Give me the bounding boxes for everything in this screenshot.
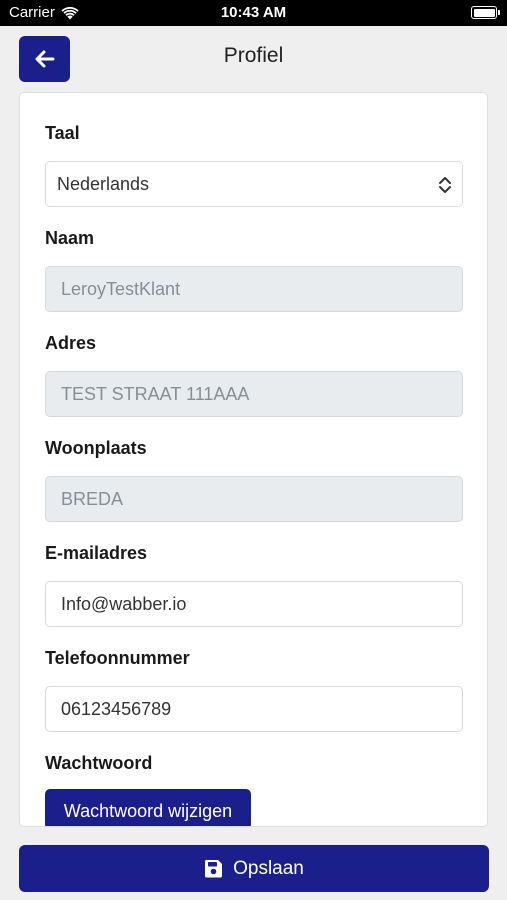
name-field: Naam LeroyTestKlant: [45, 226, 463, 312]
change-password-button[interactable]: Wachtwoord wijzigen: [45, 789, 251, 826]
address-label: Adres: [45, 333, 97, 353]
address-input: TEST STRAAT 111AAA: [45, 371, 463, 417]
profile-form-card: Taal Nederlands Naam LeroyTestKlant Adre…: [19, 92, 488, 827]
save-button[interactable]: Opslaan: [19, 845, 489, 892]
phone-label: Telefoonnummer: [45, 648, 190, 668]
page-title: Profiel: [223, 44, 284, 67]
email-input[interactable]: Info@wabber.io: [45, 581, 463, 627]
clock: 10:43 AM: [220, 4, 287, 21]
phone-field: Telefoonnummer 06123456789: [45, 646, 463, 732]
city-value: BREDA: [61, 488, 124, 509]
language-field: Taal Nederlands: [45, 121, 463, 207]
email-value: Info@wabber.io: [61, 593, 187, 614]
address-value: TEST STRAAT 111AAA: [61, 383, 250, 404]
name-input: LeroyTestKlant: [45, 266, 463, 312]
city-label: Woonplaats: [45, 438, 147, 458]
address-field: Adres TEST STRAAT 111AAA: [45, 331, 463, 417]
battery-icon: [471, 6, 500, 19]
language-value: Nederlands: [57, 173, 150, 194]
password-field: Wachtwoord Wachtwoord wijzigen: [45, 751, 463, 826]
chevron-up-down-icon: [439, 177, 451, 193]
name-label: Naam: [45, 228, 95, 248]
email-label: E-mailadres: [45, 543, 148, 563]
password-label: Wachtwoord: [45, 753, 153, 773]
language-select[interactable]: Nederlands: [45, 161, 463, 207]
save-label: Opslaan: [233, 857, 304, 879]
email-field: E-mailadres Info@wabber.io: [45, 541, 463, 627]
phone-input[interactable]: 06123456789: [45, 686, 463, 732]
city-field: Woonplaats BREDA: [45, 436, 463, 522]
language-label: Taal: [45, 123, 80, 143]
city-input: BREDA: [45, 476, 463, 522]
status-bar: Carrier 10:43 AM: [0, 0, 507, 26]
name-value: LeroyTestKlant: [61, 278, 181, 299]
floppy-disk-icon: [205, 860, 223, 878]
phone-value: 06123456789: [61, 698, 172, 719]
